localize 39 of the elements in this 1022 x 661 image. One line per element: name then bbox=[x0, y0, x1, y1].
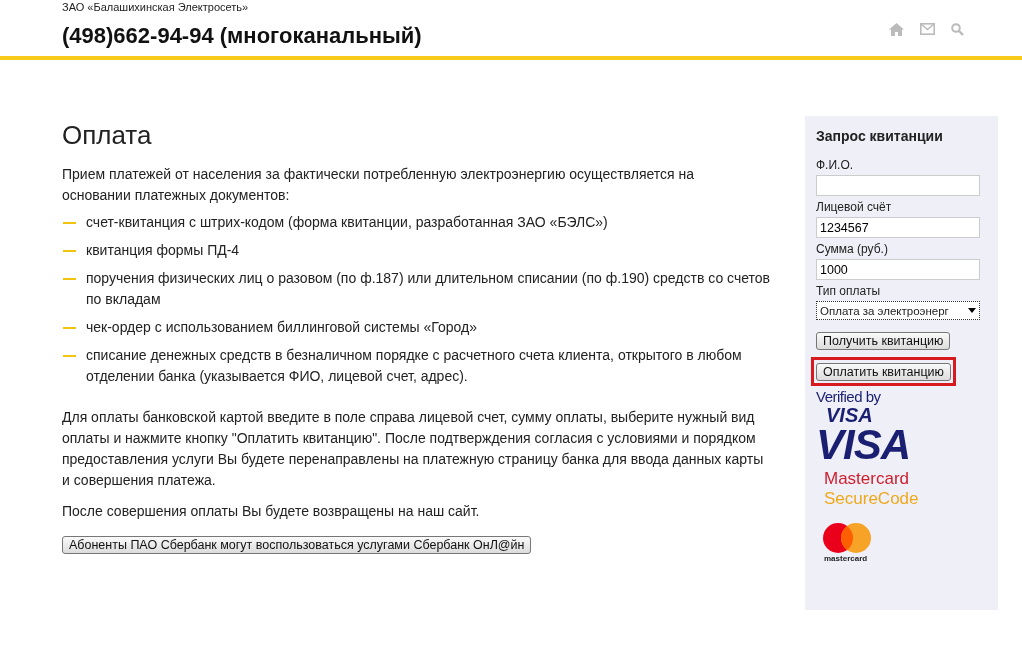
input-field[interactable] bbox=[816, 175, 980, 196]
paragraph: Для оплаты банковской картой введите в поле справа лицевой счет, сумму оплаты, выберите нужный вид оплаты и нажмите кнопку "Оплатить квитанцию". После подтверждения согласия с условиями и порядком предоставления услуги Вы будете перенаправлены на платежную страницу банка для ввода данных карты и совершения платежа. bbox=[62, 408, 765, 490]
caret-icon bbox=[968, 308, 976, 313]
dash-icon bbox=[63, 278, 76, 280]
mastercard-text: Mastercard bbox=[824, 469, 910, 489]
list-item: поручения физических лиц о разовом (по ф.187) или длительном списании (по ф.190) средств со счетов по вкладам bbox=[86, 269, 771, 309]
page-title: Оплата bbox=[62, 120, 153, 150]
dash-icon bbox=[63, 222, 76, 224]
dash-icon bbox=[63, 250, 76, 252]
visa-logo-small: VISA bbox=[826, 405, 873, 425]
mastercard-circles-icon bbox=[822, 522, 872, 554]
field-label: Тип оплаты bbox=[816, 284, 882, 298]
list-item: счет-квитанция с штрих-кодом (форма квитанции, разработанная ЗАО «БЭЛС») bbox=[86, 213, 608, 232]
dropdown[interactable]: Оплата за электроэнерг bbox=[816, 301, 980, 320]
list-item: квитанция формы ПД-4 bbox=[86, 241, 240, 260]
dash-icon bbox=[63, 327, 76, 329]
mastercard-label: mastercard bbox=[824, 554, 868, 563]
intro-text: Прием платежей от населения за фактически потребленную электроэнергию осуществляется на основании платежных документов: bbox=[62, 165, 696, 205]
field-label: Лицевой счёт bbox=[816, 200, 893, 214]
field-label: Ф.И.О. bbox=[816, 158, 855, 172]
field-label: Сумма (руб.) bbox=[816, 242, 889, 256]
dash-icon bbox=[63, 355, 76, 357]
securecode-text: SecureCode bbox=[824, 489, 919, 508]
mail-icon[interactable] bbox=[920, 23, 935, 35]
verified-by-text: Verified by bbox=[816, 388, 881, 405]
paragraph: После совершения оплаты Вы будете возвращены на наш сайт. bbox=[62, 502, 481, 521]
phone-number: (498)662-94-94 (многоканальный) bbox=[62, 23, 422, 49]
sberbank-button[interactable]: Абоненты ПАО Сбербанк могут воспользоваться услугами Сбербанк ОнЛ@йн bbox=[62, 536, 532, 554]
home-icon[interactable] bbox=[889, 22, 904, 36]
form-title: Запрос квитанции bbox=[816, 128, 944, 144]
form-button[interactable]: Оплатить квитанцию bbox=[816, 363, 951, 381]
input-field[interactable]: 1234567 bbox=[816, 217, 980, 238]
list-item: списание денежных средств в безналичном порядке с расчетного счета клиента, открытого в любом отделении банка (указывается ФИО, лицевой счет, адрес). bbox=[86, 346, 743, 386]
form-button[interactable]: Получить квитанцию bbox=[816, 332, 951, 350]
visa-logo: VISA bbox=[816, 425, 911, 465]
company-name: ЗАО «Балашихинская Электросеть» bbox=[62, 1, 250, 13]
list-item: чек-ордер с использованием биллинговой системы «Город» bbox=[86, 318, 477, 337]
input-field[interactable]: 1000 bbox=[816, 259, 980, 280]
search-icon[interactable] bbox=[951, 22, 964, 36]
